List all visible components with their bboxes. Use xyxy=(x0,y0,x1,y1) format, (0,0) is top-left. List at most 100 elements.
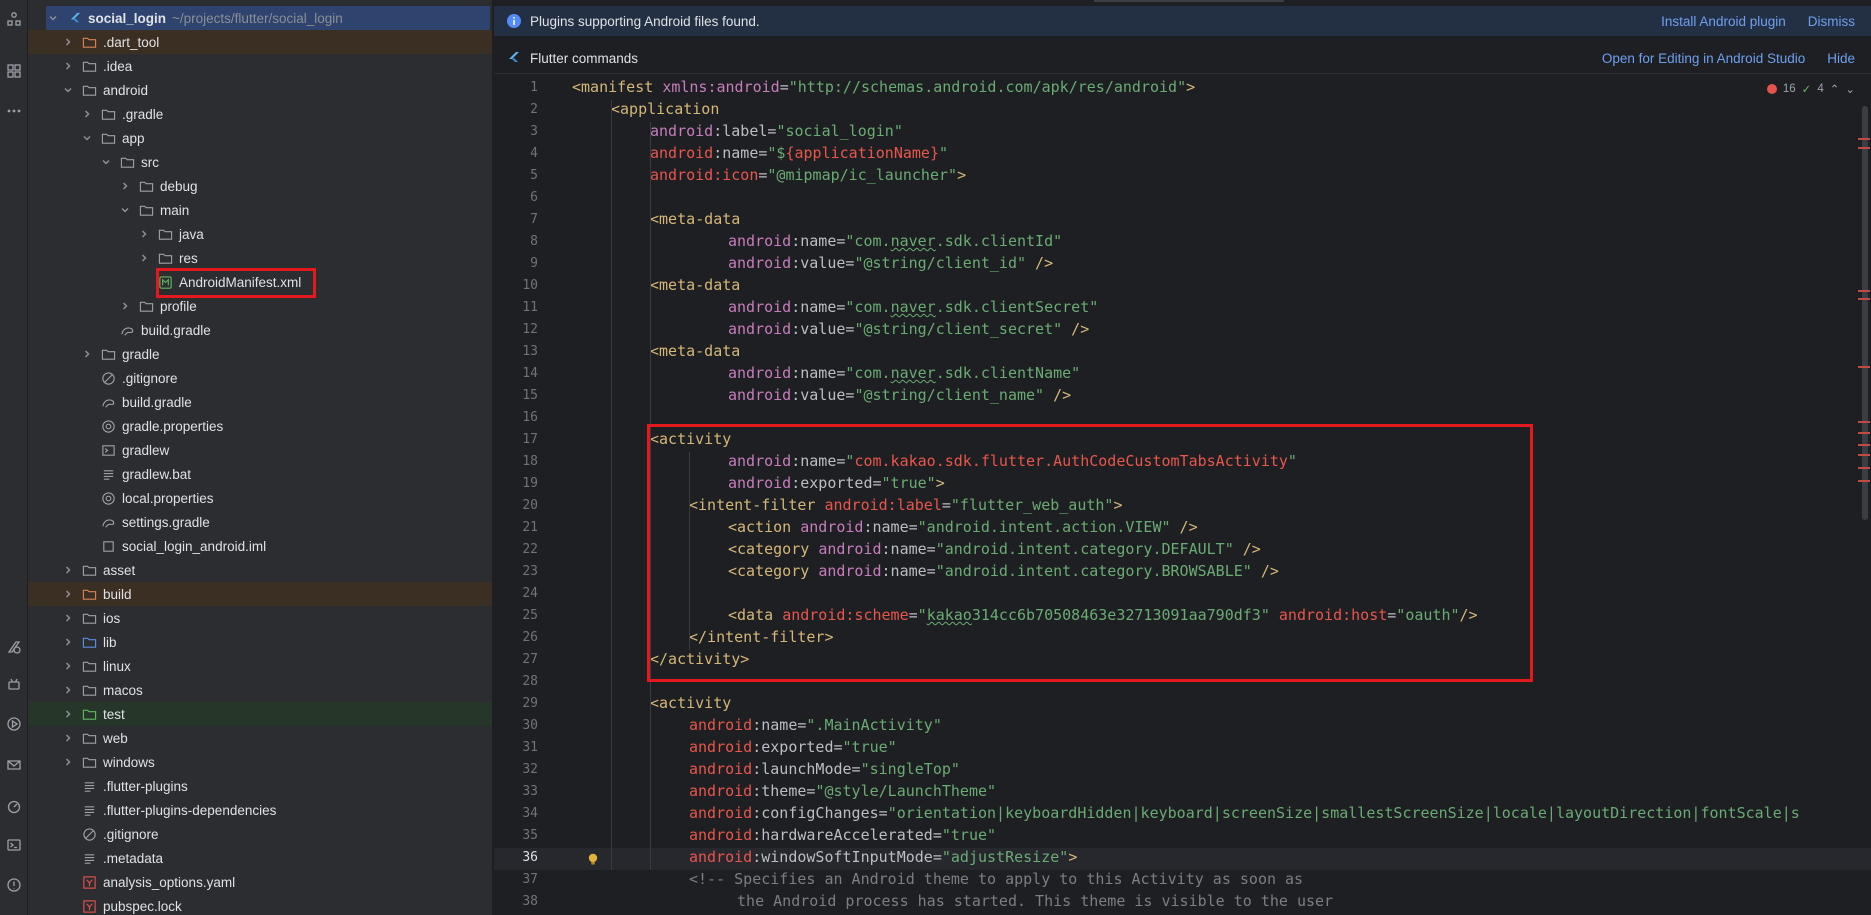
error-stripe-marker[interactable] xyxy=(1858,366,1870,368)
chevron-right-icon[interactable] xyxy=(118,179,132,193)
code-line[interactable]: android:icon="@mipmap/ic_launcher"> xyxy=(650,166,966,184)
problems-icon[interactable] xyxy=(0,754,27,776)
hide-link[interactable]: Hide xyxy=(1827,51,1855,66)
chevron-down-icon[interactable] xyxy=(46,11,60,25)
code-line[interactable]: <meta-data xyxy=(650,276,740,294)
line-number[interactable]: 22 xyxy=(494,542,538,557)
tree-item[interactable]: .gradle xyxy=(28,102,492,126)
chevron-down-icon[interactable] xyxy=(61,83,75,97)
code-line[interactable]: android:value="@string/client_id" /> xyxy=(728,254,1053,272)
chevron-down-icon[interactable] xyxy=(80,131,94,145)
tree-item[interactable]: profile xyxy=(28,294,492,318)
tree-item[interactable]: local.properties xyxy=(28,486,492,510)
code-line[interactable]: <activity xyxy=(650,694,731,712)
code-line[interactable]: the Android process has started. This th… xyxy=(728,892,1333,910)
code-line[interactable]: android:exported="true"> xyxy=(728,474,945,492)
tree-item[interactable]: lib xyxy=(28,630,492,654)
line-number[interactable]: 4 xyxy=(494,146,538,161)
more-icon[interactable] xyxy=(0,100,27,122)
code-line[interactable]: android:windowSoftInputMode="adjustResiz… xyxy=(689,848,1077,866)
tree-item[interactable]: java xyxy=(28,222,492,246)
android-icon[interactable] xyxy=(0,673,27,695)
tree-item[interactable]: gradlew.bat xyxy=(28,462,492,486)
line-number[interactable]: 28 xyxy=(494,674,538,689)
line-number[interactable]: 14 xyxy=(494,366,538,381)
code-line[interactable]: android:name="com.kakao.sdk.flutter.Auth… xyxy=(728,452,1297,470)
code-line[interactable]: <!-- Specifies an Android theme to apply… xyxy=(689,870,1303,888)
tree-item[interactable]: web xyxy=(28,726,492,750)
tree-item[interactable]: gradle.properties xyxy=(28,414,492,438)
line-number[interactable]: 20 xyxy=(494,498,538,513)
chevron-right-icon[interactable] xyxy=(61,659,75,673)
tree-item[interactable]: build.gradle xyxy=(28,318,492,342)
line-number[interactable]: 19 xyxy=(494,476,538,491)
chevron-right-icon[interactable] xyxy=(61,563,75,577)
code-line[interactable]: <action android:name="android.intent.act… xyxy=(728,518,1198,536)
chevron-right-icon[interactable] xyxy=(80,347,94,361)
install-android-plugin-link[interactable]: Install Android plugin xyxy=(1661,14,1786,29)
tree-item[interactable]: build xyxy=(28,582,492,606)
error-stripe-marker[interactable] xyxy=(1858,421,1870,423)
chevron-right-icon[interactable] xyxy=(61,731,75,745)
chevron-down-icon[interactable] xyxy=(118,203,132,217)
line-number[interactable]: 30 xyxy=(494,718,538,733)
line-number[interactable]: 26 xyxy=(494,630,538,645)
error-stripe-marker[interactable] xyxy=(1858,298,1870,300)
chevron-right-icon[interactable] xyxy=(61,707,75,721)
line-number[interactable]: 23 xyxy=(494,564,538,579)
code-line[interactable]: </intent-filter> xyxy=(689,628,834,646)
line-number[interactable]: 24 xyxy=(494,586,538,601)
error-stripe-marker[interactable] xyxy=(1858,432,1870,434)
line-number[interactable]: 15 xyxy=(494,388,538,403)
tree-item[interactable]: pubspec.lock xyxy=(28,894,492,915)
tree-item[interactable]: res xyxy=(28,246,492,270)
code-line[interactable]: <meta-data xyxy=(650,342,740,360)
tree-item[interactable]: main xyxy=(28,198,492,222)
dismiss-link[interactable]: Dismiss xyxy=(1808,14,1855,29)
line-number[interactable]: 34 xyxy=(494,806,538,821)
tree-item[interactable]: src xyxy=(28,150,492,174)
error-stripe-marker[interactable] xyxy=(1858,480,1870,482)
chevron-right-icon[interactable] xyxy=(61,59,75,73)
tree-item[interactable]: app xyxy=(28,126,492,150)
code-line[interactable]: <category android:name="android.intent.c… xyxy=(728,562,1279,580)
code-line[interactable]: <data android:scheme="kakao314cc6b705084… xyxy=(728,606,1478,624)
tree-item[interactable]: debug xyxy=(28,174,492,198)
line-number[interactable]: 2 xyxy=(494,102,538,117)
code-line[interactable]: android:label="social_login" xyxy=(650,122,903,140)
lightbulb-icon[interactable] xyxy=(586,852,600,866)
run-icon[interactable] xyxy=(0,713,27,735)
code-line[interactable]: android:configChanges="orientation|keybo… xyxy=(689,804,1800,822)
line-number[interactable]: 18 xyxy=(494,454,538,469)
line-number[interactable]: 31 xyxy=(494,740,538,755)
code-line[interactable]: android:value="@string/client_secret" /> xyxy=(728,320,1089,338)
chevron-right-icon[interactable] xyxy=(61,683,75,697)
tree-item[interactable]: android xyxy=(28,78,492,102)
code-line[interactable]: android:name=".MainActivity" xyxy=(689,716,942,734)
line-number[interactable]: 36 xyxy=(494,850,538,865)
notifications-icon[interactable] xyxy=(0,874,27,896)
line-number[interactable]: 21 xyxy=(494,520,538,535)
tree-item[interactable]: windows xyxy=(28,750,492,774)
chevron-right-icon[interactable] xyxy=(61,611,75,625)
tree-item[interactable]: .flutter-plugins-dependencies xyxy=(28,798,492,822)
line-number[interactable]: 6 xyxy=(494,190,538,205)
line-number[interactable]: 8 xyxy=(494,234,538,249)
tree-item[interactable]: test xyxy=(28,702,492,726)
line-number[interactable]: 17 xyxy=(494,432,538,447)
terminal-icon[interactable] xyxy=(0,834,27,856)
tree-item[interactable]: social_login_android.iml xyxy=(28,534,492,558)
line-number[interactable]: 37 xyxy=(494,872,538,887)
line-number[interactable]: 13 xyxy=(494,344,538,359)
chevron-right-icon[interactable] xyxy=(61,35,75,49)
line-number[interactable]: 29 xyxy=(494,696,538,711)
tree-item[interactable]: gradlew xyxy=(28,438,492,462)
line-number[interactable]: 27 xyxy=(494,652,538,667)
line-number[interactable]: 1 xyxy=(494,80,538,95)
tree-item[interactable]: ios xyxy=(28,606,492,630)
project-icon[interactable] xyxy=(0,60,27,82)
open-in-android-studio-link[interactable]: Open for Editing in Android Studio xyxy=(1602,51,1805,66)
line-number[interactable]: 12 xyxy=(494,322,538,337)
code-line[interactable]: android:exported="true" xyxy=(689,738,897,756)
flutter-inspector-icon[interactable] xyxy=(0,636,27,658)
